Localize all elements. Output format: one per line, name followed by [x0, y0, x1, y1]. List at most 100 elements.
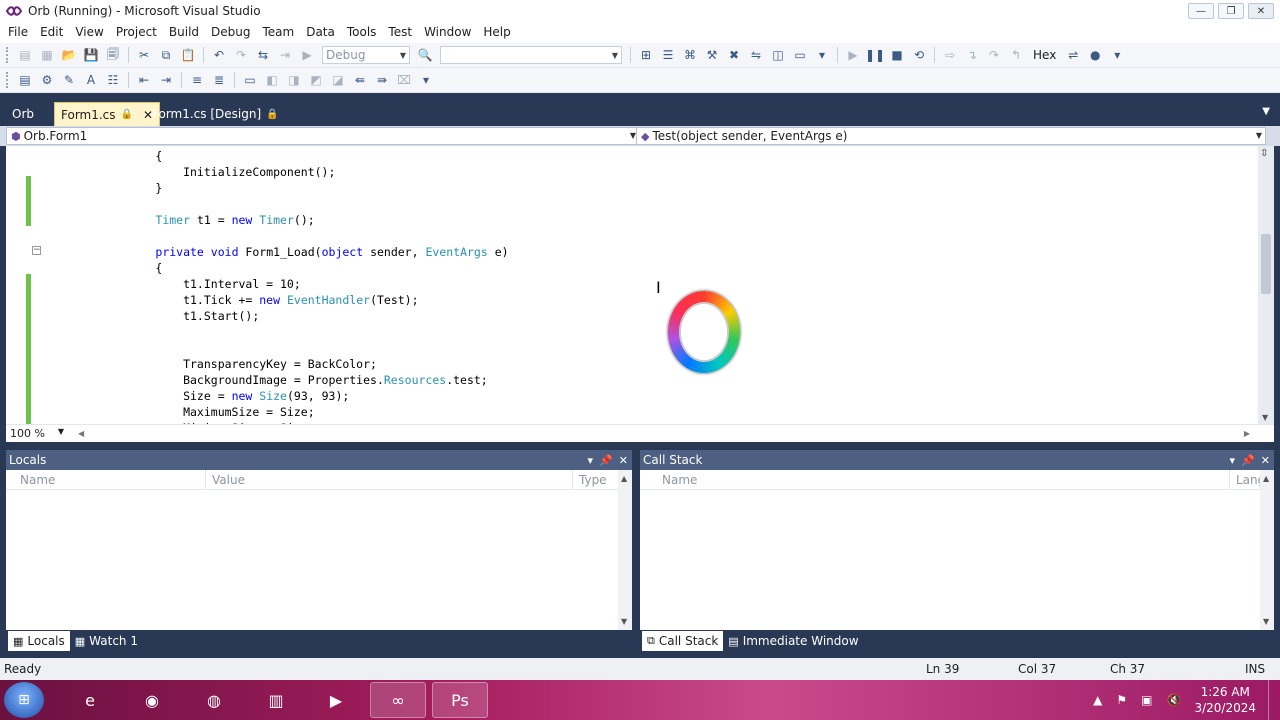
split-handle-icon[interactable]: ⇳ — [1260, 148, 1268, 159]
parameter-info-icon[interactable]: ⚙ — [38, 71, 56, 89]
show-hidden-icons-icon[interactable]: ▲ — [1093, 693, 1102, 707]
navigate-forward-icon[interactable]: ⇥ — [276, 46, 294, 64]
scroll-up-icon[interactable]: ▲ — [621, 474, 627, 483]
tab-form1-cs[interactable]: Form1.cs 🔒 ✕ — [54, 102, 161, 126]
toolbar-grip[interactable] — [6, 47, 10, 63]
continue-icon[interactable]: ▶ — [844, 46, 862, 64]
tab-orb[interactable]: Orb — [6, 102, 40, 126]
vertical-scrollbar[interactable]: ▲ ▼ — [618, 470, 632, 630]
vertical-scrollbar[interactable]: ⇳ ▼ — [1258, 146, 1274, 424]
menu-tools[interactable]: Tools — [341, 22, 383, 43]
restart-icon[interactable]: ⟲ — [910, 46, 928, 64]
quick-info-icon[interactable]: ✎ — [60, 71, 78, 89]
step-out-icon[interactable]: ↰ — [1007, 46, 1025, 64]
column-name[interactable]: Name — [656, 470, 1230, 489]
copy-icon[interactable]: ⧉ — [157, 46, 175, 64]
toolbar-options-icon[interactable]: ▾ — [1108, 46, 1126, 64]
column-lang[interactable]: Lang — [1230, 470, 1265, 489]
toolbar-options-icon[interactable]: ▾ — [813, 46, 831, 64]
team-explorer-icon[interactable]: ✖ — [725, 46, 743, 64]
find-in-files-icon[interactable]: 🔍 — [416, 46, 434, 64]
collapse-icon[interactable]: − — [32, 246, 41, 255]
scrollbar-thumb[interactable] — [1261, 234, 1271, 294]
start-button-icon[interactable]: ⊞ — [4, 682, 44, 718]
menu-window[interactable]: Window — [418, 22, 477, 43]
tab-call-stack[interactable]: ⧉ Call Stack — [642, 631, 724, 651]
vertical-scrollbar[interactable]: ▲ ▼ — [1260, 470, 1274, 630]
increase-indent-icon[interactable]: ⇥ — [157, 71, 175, 89]
undo-icon[interactable]: ↶ — [210, 46, 228, 64]
add-item-icon[interactable]: ▦ — [38, 46, 56, 64]
start-debugging-icon[interactable]: ▶ — [298, 46, 316, 64]
next-bookmark-icon[interactable]: ◨ — [285, 71, 303, 89]
comment-lines-icon[interactable]: ≡ — [188, 71, 206, 89]
action-center-flag-icon[interactable]: ⚑ — [1116, 693, 1127, 707]
open-file-icon[interactable]: 📂 — [60, 46, 78, 64]
tab-immediate-window[interactable]: ▤ Immediate Window — [723, 631, 863, 651]
server-explorer-icon[interactable]: ⇋ — [747, 46, 765, 64]
scroll-down-icon[interactable]: ▼ — [621, 617, 627, 626]
new-project-icon[interactable]: ▤ — [16, 46, 34, 64]
orb-app-window[interactable] — [668, 291, 740, 373]
column-value[interactable]: Value — [206, 470, 573, 489]
internet-explorer-icon[interactable]: e — [62, 682, 118, 718]
pin-icon[interactable]: 📌 — [599, 454, 613, 467]
pane-menu-icon[interactable]: ▾ — [1230, 454, 1236, 467]
show-next-statement-icon[interactable]: ⇨ — [941, 46, 959, 64]
volume-muted-icon[interactable]: 🔇 — [1167, 693, 1182, 707]
menu-file[interactable]: File — [2, 22, 34, 43]
decrease-indent-icon[interactable]: ⇤ — [135, 71, 153, 89]
clear-bookmarks-icon[interactable]: ⌧ — [395, 71, 413, 89]
toolbar-options-icon[interactable]: ▾ — [417, 71, 435, 89]
type-dropdown[interactable]: ⬢ Orb.Form1 ▼ — [6, 127, 640, 145]
properties-icon[interactable]: ☰ — [659, 46, 677, 64]
restore-button[interactable]: ❐ — [1218, 3, 1244, 19]
object-members-icon[interactable]: ▤ — [16, 71, 34, 89]
column-name[interactable]: Name — [14, 470, 206, 489]
save-all-icon[interactable]: 🗐 — [104, 46, 122, 64]
break-all-icon[interactable]: ❚❚ — [865, 46, 885, 64]
media-player-icon[interactable]: ▶ — [308, 682, 364, 718]
cut-icon[interactable]: ✂ — [135, 46, 153, 64]
tab-watch-1[interactable]: ▦ Watch 1 — [70, 631, 143, 651]
next-bookmark-folder-icon[interactable]: ◪ — [329, 71, 347, 89]
menu-project[interactable]: Project — [110, 22, 163, 43]
redo-icon[interactable]: ↷ — [232, 46, 250, 64]
member-dropdown[interactable]: ◆ Test(object sender, EventArgs e) ▼ — [636, 127, 1266, 145]
pin-icon[interactable]: 📌 — [1241, 454, 1255, 467]
output-icon[interactable]: ▭ — [791, 46, 809, 64]
scroll-right-icon[interactable]: ▶ — [1244, 429, 1250, 438]
menu-data[interactable]: Data — [300, 22, 341, 43]
close-button[interactable]: ✕ — [1248, 3, 1274, 19]
navigate-icon[interactable]: ⇆ — [254, 46, 272, 64]
complete-word-icon[interactable]: A — [82, 71, 100, 89]
breakpoints-icon[interactable]: ● — [1086, 46, 1104, 64]
minimize-button[interactable]: — — [1188, 3, 1214, 19]
menu-team[interactable]: Team — [256, 22, 300, 43]
code-editor[interactable]: − { InitializeComponent(); } Timer t1 = … — [6, 146, 1274, 424]
next-bookmark-doc-icon[interactable]: ⇛ — [373, 71, 391, 89]
uncomment-lines-icon[interactable]: ≣ — [210, 71, 228, 89]
column-type[interactable]: Type — [573, 470, 618, 489]
list-members-icon[interactable]: ☷ — [104, 71, 122, 89]
menu-build[interactable]: Build — [163, 22, 205, 43]
show-desktop-button[interactable] — [1268, 680, 1280, 720]
tab-locals[interactable]: ▦ Locals — [8, 631, 70, 651]
scroll-down-icon[interactable]: ▼ — [1262, 413, 1268, 422]
step-into-icon[interactable]: ↴ — [963, 46, 981, 64]
clock[interactable]: 1:26 AM 3/20/2024 — [1194, 684, 1256, 716]
previous-bookmark-icon[interactable]: ◧ — [263, 71, 281, 89]
toolbox-icon[interactable]: ⚒ — [703, 46, 721, 64]
menu-test[interactable]: Test — [382, 22, 418, 43]
network-icon[interactable]: ▣ — [1141, 693, 1152, 707]
scroll-up-icon[interactable]: ▲ — [1263, 474, 1269, 483]
file-explorer-icon[interactable]: ▥ — [248, 682, 304, 718]
menu-help[interactable]: Help — [477, 22, 516, 43]
menu-debug[interactable]: Debug — [205, 22, 256, 43]
menu-view[interactable]: View — [69, 22, 109, 43]
chevron-down-icon[interactable]: ▼ — [1262, 106, 1270, 117]
pane-menu-icon[interactable]: ▾ — [588, 454, 594, 467]
find-combo[interactable]: ▼ — [440, 46, 622, 64]
object-browser-icon[interactable]: ⌘ — [681, 46, 699, 64]
solution-configuration-select[interactable]: Debug ▼ — [322, 46, 410, 64]
